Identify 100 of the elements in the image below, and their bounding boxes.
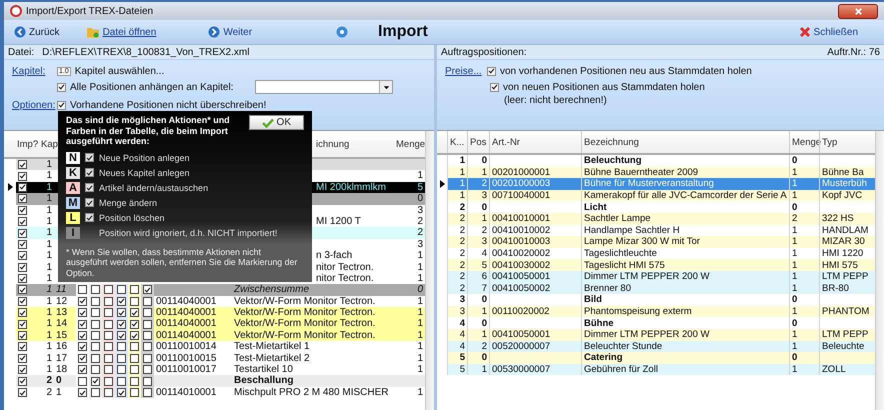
table-cell-text: Vektor/W-Form Monitor Tectron. xyxy=(233,330,376,342)
table-cell-text: 1 xyxy=(45,318,53,330)
table-cell-text: 1 xyxy=(45,262,53,273)
window-title: Import/Export TREX-Dateien xyxy=(26,6,154,16)
table-cell-text: 1 xyxy=(416,296,424,308)
table-cell-text: 1 xyxy=(45,170,53,182)
table-cell-text: 1 xyxy=(45,272,53,284)
table-cell-text: 14 xyxy=(55,318,68,330)
table-cell-text: 1 xyxy=(416,262,424,273)
table-cell-text: 00110010015 xyxy=(155,352,218,364)
table-cell-text: 0 xyxy=(55,375,63,387)
table-cell-text: 1 xyxy=(45,182,53,194)
legend-label: Position wird ignoriert, d.h. NICHT importiert! xyxy=(99,228,278,238)
table-cell: MI 200klmmlkm xyxy=(316,182,386,194)
table-cell-text: 1 xyxy=(45,250,53,262)
checkbox-label: von neuen Positionen aus Stammdaten holen xyxy=(503,82,705,92)
table-cell-text: 1 xyxy=(45,364,53,376)
legend-label: Artikel ändern/austauschen xyxy=(99,182,208,192)
table-cell: Gebühren für Zoll xyxy=(581,364,789,376)
table-cell-text: 1 xyxy=(416,307,424,318)
table-cell-text: 16 xyxy=(55,341,68,353)
table-cell-text: 12 xyxy=(55,296,68,308)
table-cell-text: 2 xyxy=(416,227,424,239)
table-cell-text: 1 xyxy=(45,330,53,342)
table-cell-text: 2 xyxy=(45,386,53,398)
table-cell-text: Test-Mietartikel 2 xyxy=(233,352,311,364)
table-cell-text: Testartikel 10 xyxy=(233,364,294,376)
table-cell-text: 17 xyxy=(55,352,68,364)
table-cell-text: 1 xyxy=(55,386,63,398)
file-path: D:\REFLEX\TREX\8_100831_Von_TREX2.xml xyxy=(42,46,250,58)
legend-swatch: N xyxy=(66,152,80,164)
file-label: Datei: xyxy=(8,46,34,58)
checkbox-label: Alle Positionen anhängen an Kapitel: xyxy=(70,82,234,92)
table-cell-text: Test-Mietartikel 1 xyxy=(233,341,311,353)
legend-label: Position löschen xyxy=(99,212,165,222)
table-cell-text: 1 xyxy=(45,296,53,308)
table-cell-text: 11 xyxy=(55,284,68,296)
checkbox-label: Vorhandene Positionen nicht überschreiben! xyxy=(70,100,266,110)
table-cell-text: 1 xyxy=(416,170,424,182)
table-cell: nitor Tectron. xyxy=(316,272,374,284)
table-cell-text: 1 xyxy=(416,272,424,284)
table-cell: nitor Tectron. xyxy=(316,262,374,273)
table-cell-text: 1 xyxy=(45,352,53,364)
table-cell-text: 15 xyxy=(55,330,68,342)
table-cell-text: 1 xyxy=(416,341,424,353)
table-cell-text: Vektor/W-Form Monitor Tectron. xyxy=(233,296,376,308)
legend-swatch: A xyxy=(66,182,80,194)
table-cell-text: 2 xyxy=(45,375,53,387)
table-cell-text: 1 xyxy=(416,250,424,262)
table-cell-text: 18 xyxy=(55,364,68,376)
table-cell-text: 1 xyxy=(45,341,53,353)
table-cell: n 3-fach xyxy=(316,250,352,262)
table-cell: 1 xyxy=(789,364,819,376)
table-cell-text: 1 xyxy=(45,238,53,250)
table-cell-text: 00114040001 xyxy=(155,307,218,318)
table-cell-text: 1 xyxy=(416,318,424,330)
section-title: Auftragspositionen: xyxy=(441,46,527,58)
table-cell-text: 1 xyxy=(45,284,53,296)
table-cell-text: 1 xyxy=(45,216,53,228)
table-cell-text: 1 xyxy=(416,364,424,376)
table-cell-text: 1 xyxy=(45,227,53,239)
legend-swatch: K xyxy=(66,166,80,178)
table-cell: 00530000007 xyxy=(489,364,581,376)
table-cell-text: Vektor/W-Form Monitor Tectron. xyxy=(233,307,376,318)
table-cell-text: 0 xyxy=(416,193,424,205)
table-cell-text: 1 xyxy=(45,159,53,170)
table-cell: 1 xyxy=(467,364,489,376)
table-cell-text: Mischpult PRO 2 M 480 MISCHER xyxy=(233,386,390,398)
table-cell-text: 1 xyxy=(45,204,53,216)
legend-label: Neue Position anlegen xyxy=(99,152,190,162)
table-cell-text: 1 xyxy=(45,307,53,318)
table-cell-text: Zwischensumme xyxy=(232,284,310,296)
legend-swatch: I xyxy=(66,226,80,238)
table-cell-text: 1 xyxy=(416,352,424,364)
table-cell-text: 00110010017 xyxy=(155,364,218,376)
legend-label: Menge ändern xyxy=(99,198,158,208)
table-cell-text: 5 xyxy=(416,182,424,194)
table-cell-text: 2 xyxy=(416,216,424,228)
table-cell-text: 13 xyxy=(55,307,68,318)
legend-swatch: M xyxy=(66,196,80,208)
table-cell-text: 0 xyxy=(416,284,424,296)
table-cell-text: 00114040001 xyxy=(155,330,218,342)
table-cell-text: Vektor/W-Form Monitor Tectron. xyxy=(233,318,376,330)
legend-swatch: L xyxy=(66,212,80,224)
note-text: (leer: nicht berechnen!) xyxy=(504,94,607,106)
table-cell-text: 1 xyxy=(416,330,424,342)
page-heading: Import xyxy=(378,23,428,41)
table-cell-text: 3 xyxy=(416,204,424,216)
table-cell-text: 00114010001 xyxy=(155,386,218,398)
table-cell: MI 1200 T xyxy=(316,216,361,228)
checkbox-label: von vorhandenen Positionen neu aus Stammdaten holen xyxy=(500,66,752,76)
popup-footnote: * Wenn Sie wollen, dass bestimmte Aktionen nicht ausgeführt werden sollen, entfernen Sie die Markierung der Option. xyxy=(66,246,298,278)
table-cell-text: Beschallung xyxy=(233,375,294,387)
table-cell-text: 3 xyxy=(416,238,424,250)
table-cell-text: 1 xyxy=(45,193,53,205)
legend-label: Neues Kapitel anlegen xyxy=(99,168,190,178)
table-cell-text: 1 xyxy=(416,386,424,398)
table-cell-text: 00114040001 xyxy=(155,318,218,330)
table-cell-text: 00110010014 xyxy=(155,341,218,353)
popup-title: Das sind die möglichen Aktionen* und Farben in der Tabelle, die beim Import ausgeführt werden: xyxy=(66,115,231,146)
